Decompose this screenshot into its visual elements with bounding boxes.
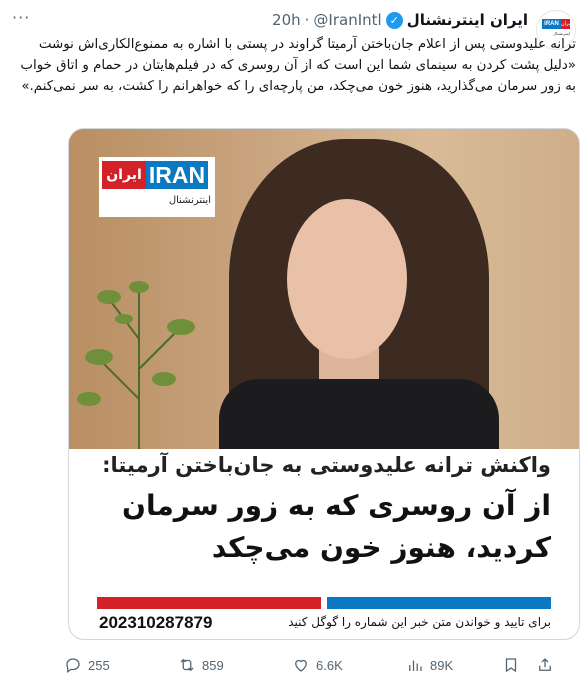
caption-reference-number: 202310287879 — [99, 613, 213, 632]
separator-dot: · — [304, 11, 310, 29]
media-caption-panel: واکنش ترانه علیدوستی به جان‌باختن آرمیتا… — [69, 449, 579, 639]
avatar-logo: IRAN ایران — [542, 19, 572, 29]
reply-icon — [66, 658, 80, 674]
caption-reference-note: برای تایید و خواندن متن خبر این شماره را… — [288, 615, 551, 629]
views-icon — [409, 660, 422, 671]
logo-ar-text: ایران — [102, 161, 146, 189]
author-handle[interactable]: @IranIntl — [313, 11, 381, 29]
author-name[interactable]: ایران اینترنشنال — [407, 11, 528, 29]
like-count: 6.6K — [316, 657, 343, 673]
iran-international-logo: ایران IRAN اینترنشنال — [99, 157, 215, 217]
logo-sub-text: اینترنشنال — [168, 195, 211, 206]
tweet-media[interactable]: ایران IRAN اینترنشنال واکنش ترانه علیدوس… — [68, 128, 580, 640]
tweet-actions: 255 859 6.6K 89K — [64, 654, 588, 676]
repost-icon — [180, 658, 194, 672]
portrait-shirt — [219, 379, 499, 459]
like-icon — [295, 659, 307, 672]
caption-quote: از آن روسری که به زور سرمان کردید، هنوز … — [122, 489, 551, 564]
caption-bar-red — [97, 597, 321, 609]
share-button[interactable] — [536, 656, 554, 674]
caption-headline: واکنش ترانه علیدوستی به جان‌باختن آرمیتا… — [102, 453, 551, 477]
caption-bar-blue — [327, 597, 551, 609]
like-button[interactable]: 6.6K — [292, 656, 343, 674]
verified-badge-icon[interactable]: ✓ — [385, 11, 403, 29]
portrait-face — [287, 199, 407, 359]
views-button[interactable]: 89K — [406, 656, 453, 674]
avatar-logo-brand-ar: ایران — [561, 19, 572, 29]
bookmark-button[interactable] — [502, 656, 520, 674]
share-icon — [539, 658, 551, 671]
reply-button[interactable]: 255 — [64, 656, 110, 674]
plant-illustration — [77, 281, 195, 449]
more-options-icon[interactable]: ··· — [12, 8, 30, 27]
tweet-header: ایران اینترنشنال ✓ @IranIntl · 20h — [12, 8, 528, 32]
reply-count: 255 — [88, 657, 110, 673]
avatar-logo-brand: IRAN — [542, 19, 561, 29]
logo-main-text: IRAN — [146, 161, 208, 189]
bookmark-icon — [505, 658, 517, 673]
repost-button[interactable]: 859 — [178, 656, 224, 674]
repost-count: 859 — [202, 657, 224, 673]
tweet-timestamp[interactable]: 20h — [272, 11, 301, 29]
tweet-text: ترانه علیدوستی پس از اعلام جان‌باختن آرم… — [20, 37, 576, 94]
views-count: 89K — [430, 657, 454, 673]
